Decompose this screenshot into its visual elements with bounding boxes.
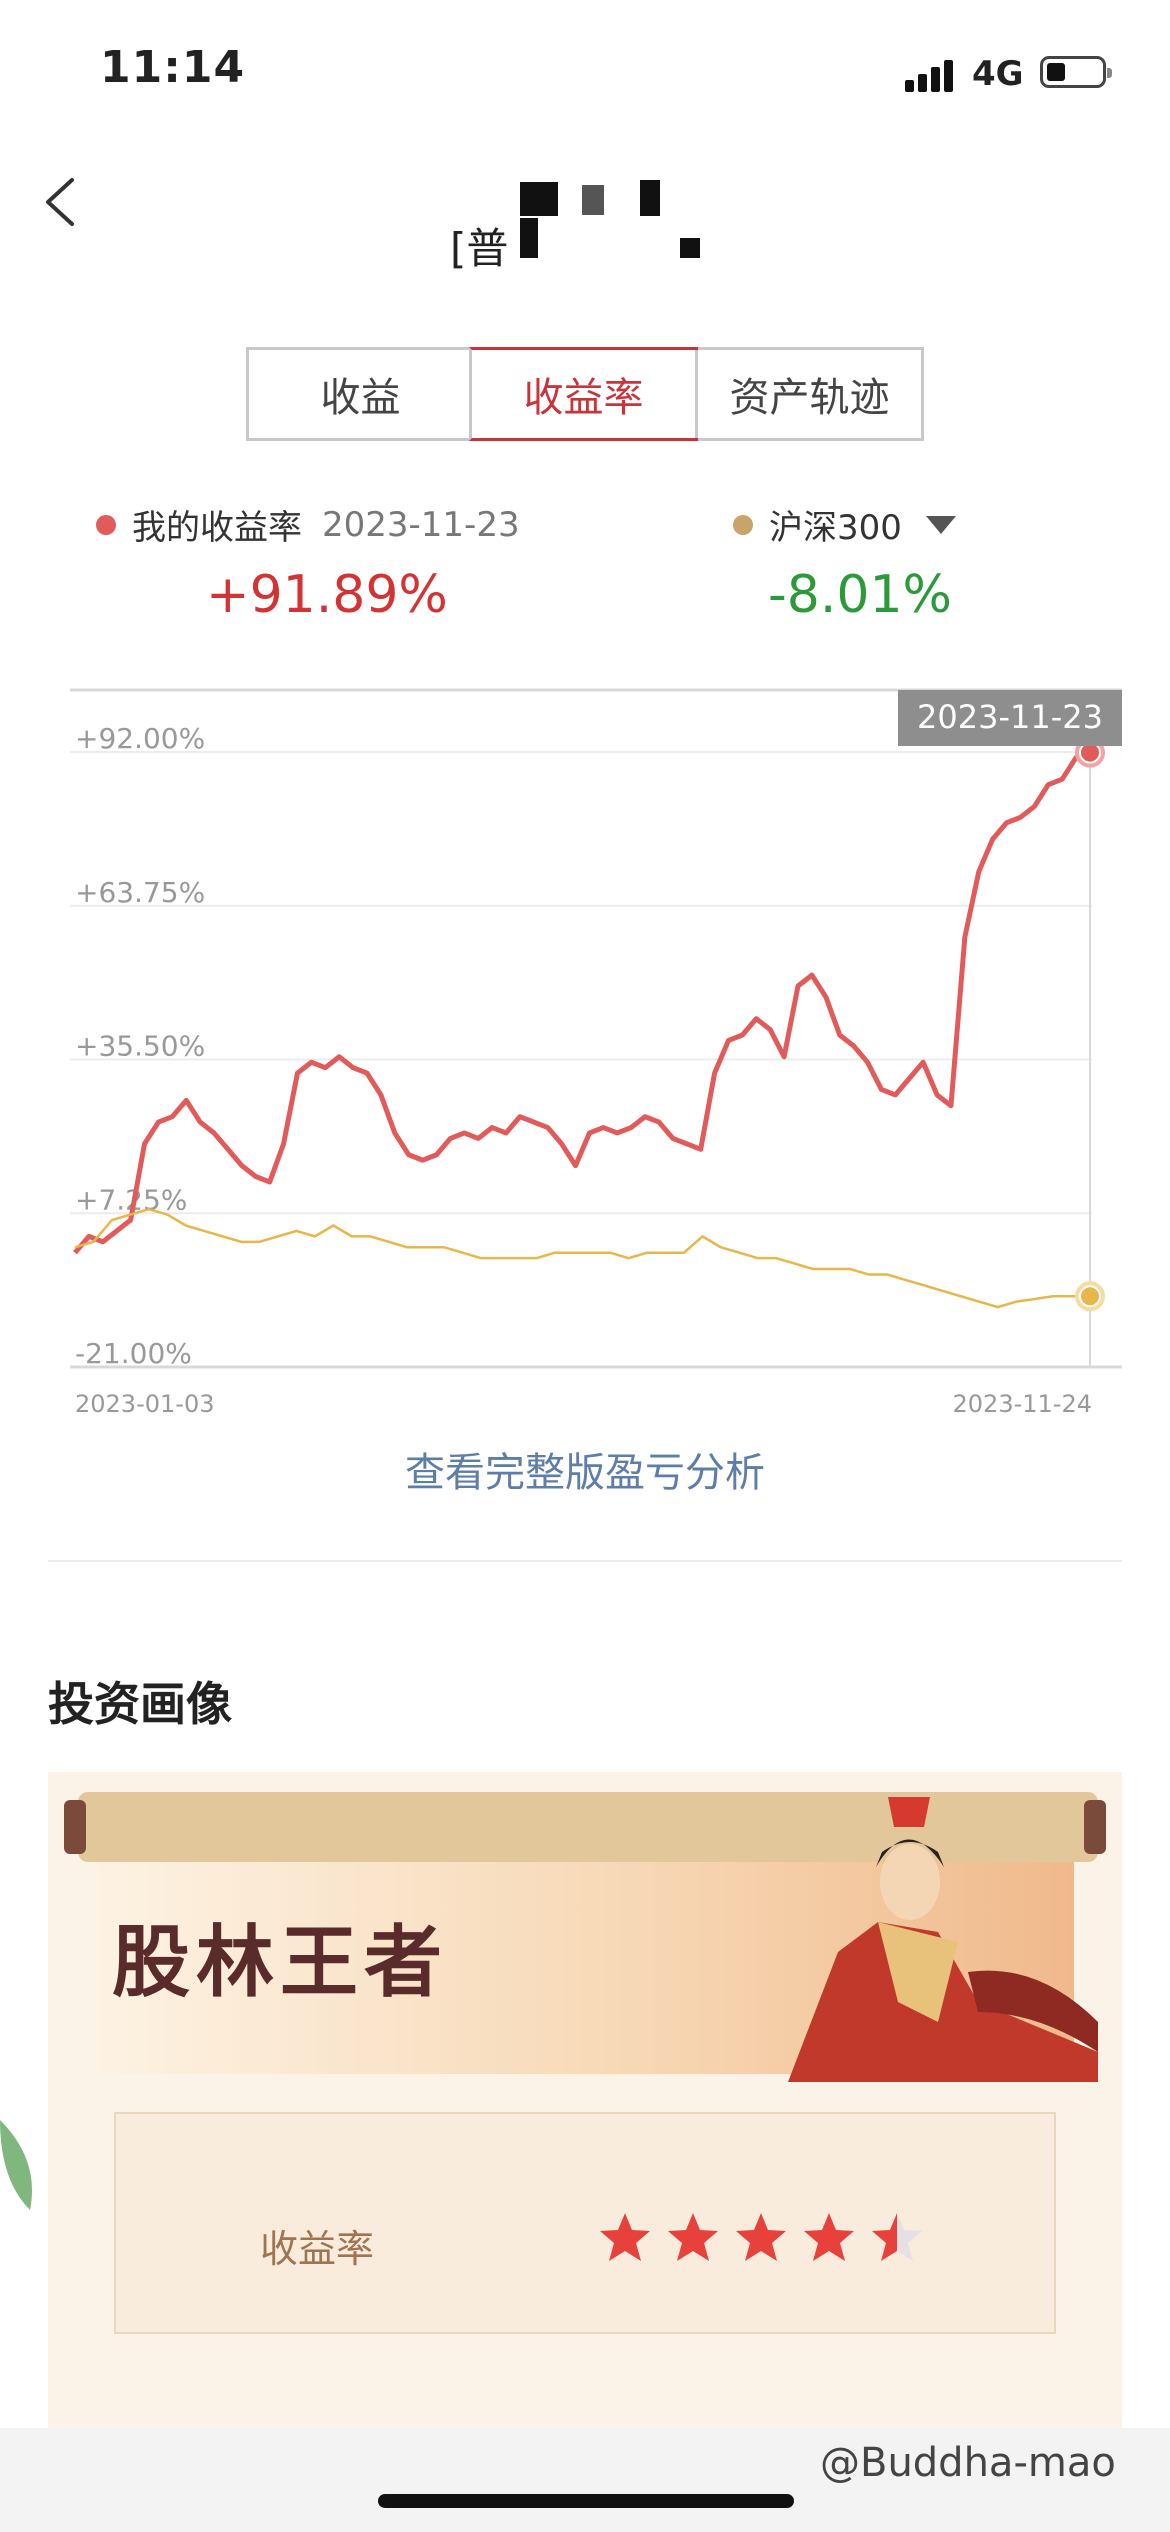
y-tick-label: +35.50% <box>75 1030 205 1063</box>
my-return-value: +91.89% <box>206 565 448 625</box>
star-icon <box>600 2213 650 2261</box>
series-dot-icon <box>96 514 116 535</box>
rating-stars <box>598 2210 924 2264</box>
tab-asset-track[interactable]: 资产轨迹 <box>695 350 921 438</box>
banner-title: 股林王者 <box>112 1917 449 2008</box>
watermark: @Buddha-mao <box>820 2440 1116 2486</box>
index-return-value: -8.01% <box>768 565 952 625</box>
star-icon <box>872 2213 922 2261</box>
legend-index-label: 沪深300 <box>769 508 902 548</box>
page-title: [普 <box>450 224 509 273</box>
status-time: 11:14 <box>100 42 246 93</box>
battery-icon <box>1040 56 1112 88</box>
series-end-dot <box>1081 743 1099 762</box>
series-dot-icon <box>733 514 753 535</box>
leaf-icon <box>0 2120 32 2210</box>
return-chart[interactable]: +92.00%+63.75%+35.50%+7.25%-21.00%2023-0… <box>0 680 1170 1420</box>
section-title: 投资画像 <box>48 1677 232 1731</box>
my-return-line <box>73 750 1091 1255</box>
legend-date: 2023-11-23 <box>322 504 520 545</box>
tab-return-rate[interactable]: 收益率 <box>469 347 698 441</box>
star-icon <box>668 2213 718 2261</box>
legend-my-return-label: 我的收益率 <box>132 508 302 548</box>
legend-index[interactable]: 沪深300 <box>733 500 956 549</box>
y-tick-label: -21.00% <box>75 1337 192 1370</box>
index-line <box>74 1207 1091 1309</box>
tooltip-date: 2023-11-23 <box>917 698 1103 736</box>
star-icon <box>804 2213 854 2261</box>
scroll-end-left <box>64 1800 86 1854</box>
tab-profit[interactable]: 收益 <box>249 350 472 438</box>
divider <box>48 1560 1122 1562</box>
investment-portrait-card <box>48 1772 1122 2532</box>
legend-my-return: 我的收益率 2023-11-23 <box>96 500 520 549</box>
network-type: 4G <box>972 54 1024 94</box>
rating-label: 收益率 <box>260 2227 375 2271</box>
dropdown-arrow-icon[interactable] <box>925 515 956 534</box>
signal-icon <box>905 58 953 92</box>
chevron-left-icon[interactable] <box>36 172 96 232</box>
y-tick-label: +92.00% <box>75 722 205 755</box>
x-tick-label: 2023-11-24 <box>953 1390 1092 1418</box>
x-tick-label: 2023-01-03 <box>75 1390 214 1418</box>
series-end-dot <box>1081 1287 1099 1306</box>
status-bar: 11:14 4G <box>0 0 1170 150</box>
warrior-illustration-icon <box>788 1797 1098 2082</box>
tab-bar: 收益 收益率 资产轨迹 <box>246 347 924 441</box>
y-tick-label: +63.75% <box>75 876 205 909</box>
home-indicator[interactable] <box>378 2494 794 2508</box>
star-icon <box>736 2213 786 2261</box>
full-analysis-link[interactable]: 查看完整版盈亏分析 <box>0 1440 1170 1498</box>
